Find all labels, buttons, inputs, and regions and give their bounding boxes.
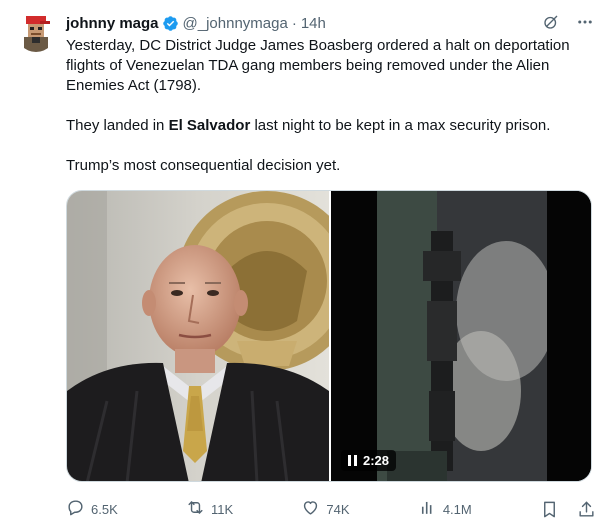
video-player[interactable]: 2:28: [331, 191, 591, 481]
media-grid: 2:28: [66, 190, 592, 482]
tweet: johnny maga @_johnnymaga · 14h Yesterday…: [0, 0, 609, 530]
repost-count: 11K: [211, 501, 234, 517]
repost-button[interactable]: 11K: [186, 498, 233, 520]
reply-icon: [66, 498, 85, 520]
action-bar: 6.5K 11K 74K 4.1M: [66, 498, 596, 520]
secondary-actions: [540, 500, 596, 519]
top-actions: [541, 12, 595, 32]
pause-icon[interactable]: [348, 455, 357, 466]
tweet-bold-place: El Salvador: [168, 117, 251, 134]
tweet-text-segment: last night to be kept in a max security …: [250, 117, 551, 134]
verified-badge-icon: [162, 15, 179, 32]
tweet-paragraph-3: Trump’s most consequential decision yet.: [66, 157, 341, 174]
like-count: 74K: [326, 501, 350, 517]
separator-dot: ·: [291, 14, 297, 32]
author-name[interactable]: johnny maga: [66, 15, 159, 32]
views-button[interactable]: 4.1M: [418, 498, 472, 520]
reply-count: 6.5K: [91, 501, 118, 517]
tweet-paragraph-1: Yesterday, DC District Judge James Boasb…: [66, 37, 570, 94]
views-count: 4.1M: [442, 501, 472, 517]
tweet-text: Yesterday, DC District Judge James Boasb…: [66, 36, 596, 176]
more-icon[interactable]: [575, 12, 595, 32]
video-duration-badge[interactable]: 2:28: [341, 450, 397, 471]
tweet-paragraph-2: They landed in El Salvador last night to…: [66, 116, 596, 136]
tweet-header: johnny maga @_johnnymaga · 14h: [66, 12, 326, 34]
views-icon: [418, 498, 437, 520]
timestamp[interactable]: 14h: [301, 15, 326, 32]
grok-icon[interactable]: [541, 12, 561, 32]
reply-button[interactable]: 6.5K: [66, 498, 118, 520]
like-button[interactable]: 74K: [301, 498, 350, 520]
bookmark-icon[interactable]: [540, 500, 559, 519]
tweet-text-segment: They landed in: [66, 117, 169, 134]
author-handle[interactable]: @_johnnymaga: [183, 15, 288, 32]
photo-judge[interactable]: [67, 191, 329, 481]
repost-icon: [186, 498, 205, 520]
heart-icon: [301, 498, 320, 520]
share-icon[interactable]: [577, 500, 596, 519]
avatar[interactable]: [16, 12, 56, 52]
video-duration: 2:28: [363, 453, 390, 468]
